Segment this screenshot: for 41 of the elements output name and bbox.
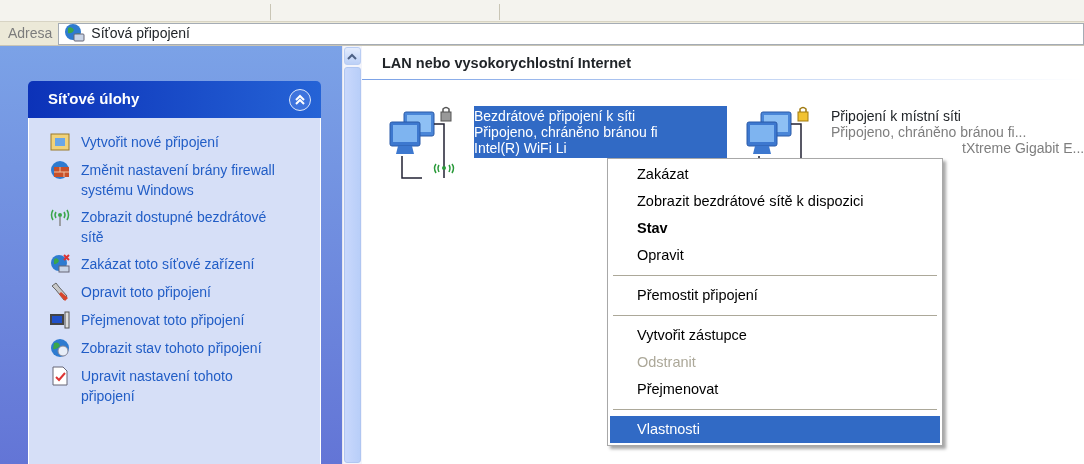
globe-icon [64,22,87,44]
connection-status: Připojeno, chráněno bránou fi... [831,123,1027,140]
menu-item[interactable]: Přemostit připojení [610,282,940,309]
task-link[interactable]: Vytvořit nové připojení [81,132,279,152]
collapse-button[interactable] [288,88,311,111]
menu-item[interactable]: Zakázat [610,161,940,188]
menu-item[interactable]: Vytvořit zástupce [610,322,940,349]
task-link[interactable]: Přejmenovat toto připojení [81,310,279,330]
connection-status: Připojeno, chráněno bránou fi [474,123,658,140]
address-label: Adresa [7,24,54,43]
task-pane-title: Síťové úlohy [48,89,140,110]
network-globe-icon [49,253,71,275]
connection-name[interactable]: Připojení k místní síti [831,107,961,124]
scroll-up-button[interactable] [343,47,361,65]
device-name: tXtreme Gigabit E... [962,139,1084,156]
menu-item[interactable]: Opravit [610,242,940,269]
group-title: LAN nebo vysokorychlostní Internet [382,54,632,73]
globe-icon [49,337,71,359]
connection-name[interactable]: Bezdrátové připojení k síti [474,107,636,124]
task-link[interactable]: Změnit nastavení brány firewall systému Windows [81,160,279,200]
document-check-icon [49,365,71,387]
new-connection-icon [49,131,71,153]
menu-item[interactable]: Stav [610,215,940,242]
wrench-icon [49,281,71,303]
device-name: Intel(R) WiFi Li [474,139,567,156]
menu-item[interactable]: Přejmenovat [610,376,940,403]
address-text: Síťová připojení [91,24,190,43]
task-link[interactable]: Zobrazit stav tohoto připojení [81,338,279,358]
computer-icon [49,309,71,331]
task-link[interactable]: Opravit toto připojení [81,282,279,302]
task-link[interactable]: Zobrazit dostupné bezdrátové sítě [81,207,279,247]
firewall-icon [49,159,71,181]
scrollbar[interactable] [341,46,362,464]
task-link[interactable]: Zakázat toto síťové zařízení [81,254,279,274]
chevron-up-icon [293,93,306,106]
menu-item[interactable]: Vlastnosti [610,416,940,443]
scroll-thumb[interactable] [343,67,361,463]
menu-item[interactable]: Zobrazit bezdrátové sítě k dispozici [610,188,940,215]
address-field[interactable]: Síťová připojení [58,22,1084,45]
task-link[interactable]: Upravit nastavení tohoto připojení [81,366,279,406]
connection-label[interactable]: Připojení k místní síti Připojeno, chráněno bránou fi... tXtreme Gigabit E... [831,105,1084,158]
